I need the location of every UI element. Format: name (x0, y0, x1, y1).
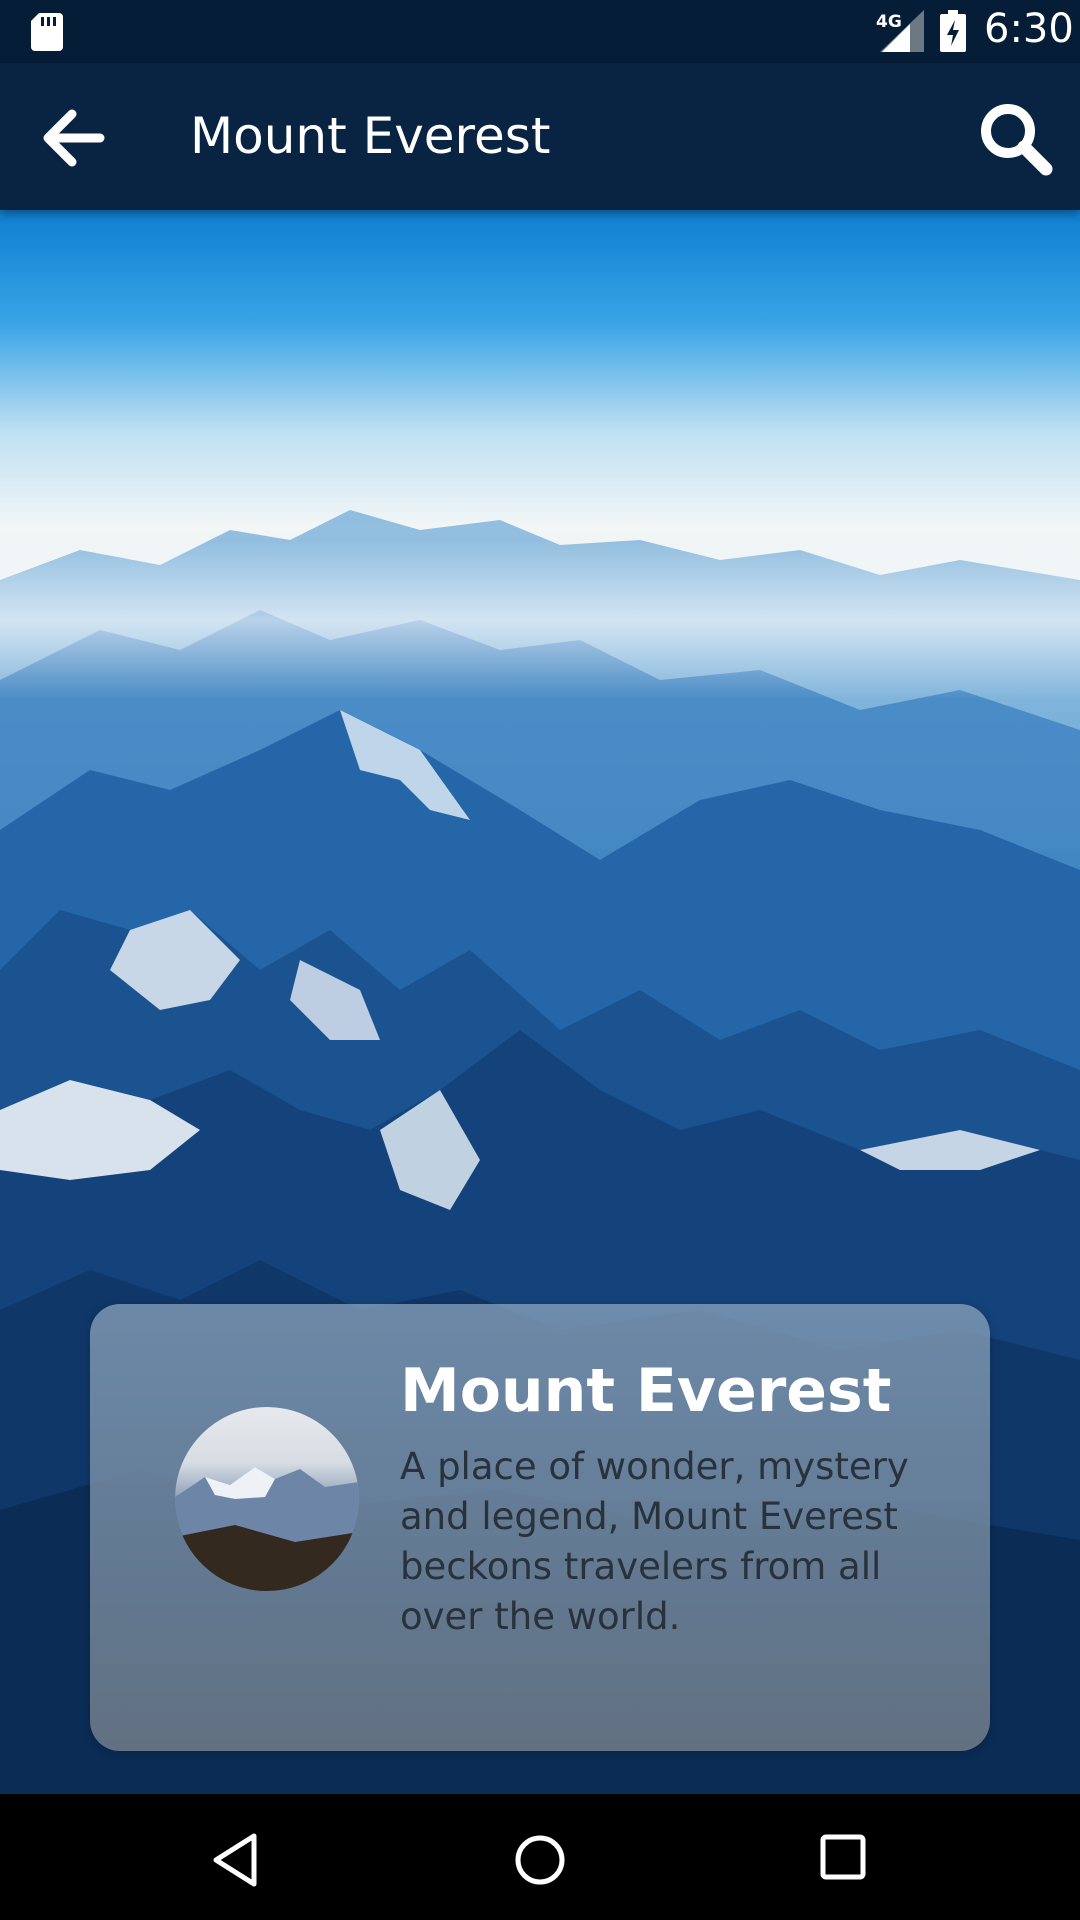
sd-card-icon (31, 13, 63, 51)
mountain-thumbnail-icon (175, 1467, 359, 1591)
card-thumbnail-avatar (175, 1407, 359, 1591)
recents-square-icon[interactable] (820, 1834, 866, 1880)
arrow-left-icon (43, 109, 105, 167)
back-triangle-icon[interactable] (210, 1832, 260, 1888)
card-description: A place of wonder, mystery and legend, M… (400, 1445, 909, 1638)
system-nav-bar (0, 1794, 1080, 1920)
page-title: Mount Everest (190, 107, 551, 165)
search-icon (981, 104, 1053, 176)
battery-charging-icon (940, 10, 966, 52)
app-bar: Mount Everest (0, 63, 1080, 210)
card-title: Mount Everest (400, 1356, 892, 1426)
home-circle-icon[interactable] (514, 1834, 566, 1886)
info-card[interactable]: Mount Everest A place of wonder, mystery… (90, 1304, 990, 1751)
signal-icon (880, 10, 924, 52)
back-button[interactable] (36, 101, 110, 175)
clock: 6:30 (984, 6, 1074, 52)
search-button[interactable] (976, 99, 1056, 179)
status-bar: 4G 6:30 (0, 0, 1080, 63)
